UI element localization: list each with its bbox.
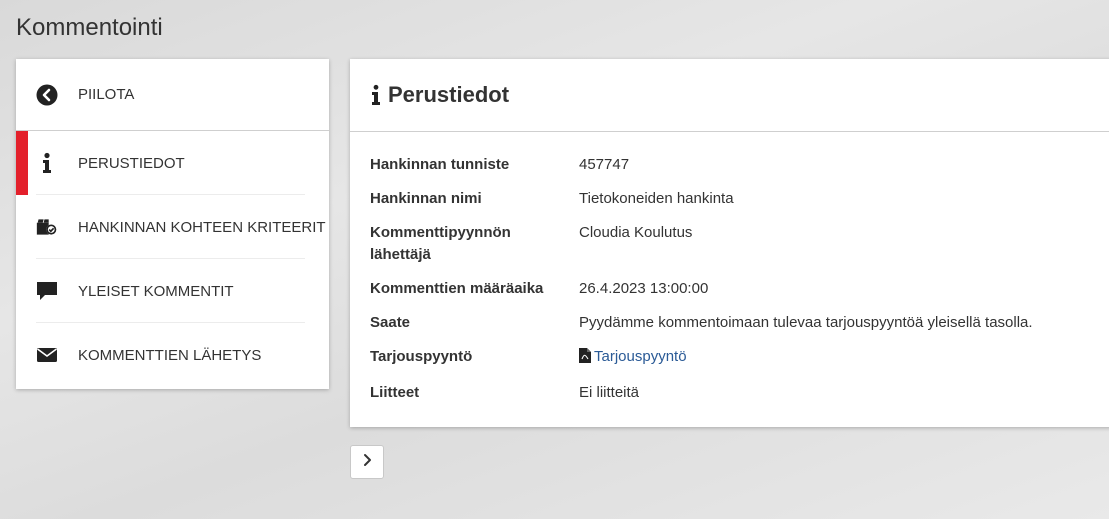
envelope-icon [36, 344, 58, 366]
sidebar-item-label: KOMMENTTIEN LÄHETYS [78, 346, 262, 364]
detail-value: 26.4.2023 13:00:00 [579, 280, 709, 297]
sidebar-item-send-comments[interactable]: KOMMENTTIEN LÄHETYS [16, 323, 329, 387]
sidebar-item-label: YLEISET KOMMENTIT [78, 282, 234, 300]
detail-key: Kommenttipyynnön lähettäjä [370, 224, 511, 263]
detail-value: Cloudia Koulutus [579, 224, 693, 241]
detail-row-name: Hankinnan nimi Tietokoneiden hankinta [350, 188, 1109, 210]
info-icon [370, 83, 382, 107]
file-pdf-icon [579, 348, 591, 370]
panel-header: Perustiedot [350, 59, 1109, 132]
detail-row-rfq: Tarjouspyyntö Tarjouspyyntö [350, 346, 1109, 370]
details-list: Hankinnan tunniste 457747 Hankinnan nimi… [350, 132, 1109, 404]
rfq-link[interactable]: Tarjouspyyntö [579, 348, 687, 365]
detail-row-id: Hankinnan tunniste 457747 [350, 154, 1109, 176]
sidebar-item-criteria[interactable]: HANKINNAN KOHTEEN KRITEERIT [16, 195, 329, 259]
detail-key: Kommenttien määräaika [370, 280, 544, 297]
detail-row-deadline: Kommenttien määräaika 26.4.2023 13:00:00 [350, 278, 1109, 300]
detail-row-attachments: Liitteet Ei liitteitä [350, 382, 1109, 404]
detail-key: Hankinnan tunniste [370, 156, 510, 173]
detail-key: Saate [370, 314, 411, 331]
chevron-right-icon [362, 453, 372, 472]
sidebar-item-label: PERUSTIEDOT [78, 154, 185, 172]
sidebar-item-general-comments[interactable]: YLEISET KOMMENTIT [16, 259, 329, 323]
detail-value: Tietokoneiden hankinta [579, 190, 734, 207]
sidebar-item-label: HANKINNAN KOHTEEN KRITEERIT [78, 218, 326, 236]
details-panel: Perustiedot Hankinnan tunniste 457747 Ha… [350, 59, 1109, 427]
detail-key: Tarjouspyyntö [370, 348, 473, 365]
info-icon [36, 152, 58, 174]
sidebar: PIILOTA PERUSTIEDOT HANKINNAN KOHTEEN KR… [16, 59, 329, 389]
detail-row-cover-note: Saate Pyydämme kommentoimaan tulevaa tar… [350, 312, 1109, 334]
detail-value: 457747 [579, 156, 630, 173]
detail-value: Ei liitteitä [579, 384, 640, 401]
chevron-circle-left-icon [36, 84, 58, 106]
detail-key: Hankinnan nimi [370, 190, 482, 207]
sidebar-item-perustiedot[interactable]: PERUSTIEDOT [16, 131, 329, 195]
detail-key: Liitteet [370, 384, 420, 401]
box-check-icon [36, 216, 58, 238]
detail-value: Tarjouspyyntö [579, 346, 687, 370]
sidebar-item-hide[interactable]: PIILOTA [16, 59, 329, 131]
next-button[interactable] [350, 445, 384, 479]
panel-title: Perustiedot [388, 82, 510, 107]
rfq-link-label: Tarjouspyyntö [594, 348, 687, 365]
sidebar-item-label: PIILOTA [78, 86, 135, 103]
detail-value: Pyydämme kommentoimaan tulevaa tarjouspy… [579, 314, 1033, 331]
detail-row-sender: Kommenttipyynnön lähettäjä Cloudia Koulu… [350, 222, 1109, 266]
comment-icon [36, 280, 58, 302]
page-title: Kommentointi [16, 14, 163, 41]
